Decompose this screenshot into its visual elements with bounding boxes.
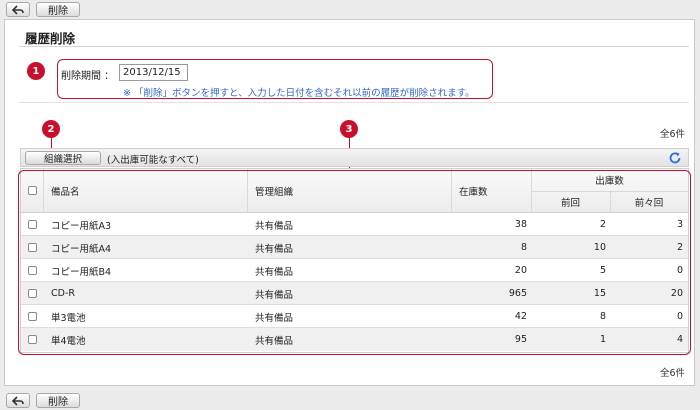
callout-line-2 — [51, 138, 52, 148]
delete-note: ※ 「削除」ボタンを押すと、入力した日付を含むそれ以前の履歴が削除されます。 — [123, 88, 475, 99]
period-label: 削除期間 ： — [61, 71, 115, 82]
callout-box-3 — [18, 170, 691, 355]
back-arrow-icon — [12, 4, 24, 15]
top-toolbar: 削除 — [0, 0, 700, 20]
delete-date-input[interactable] — [119, 64, 188, 81]
refresh-icon[interactable] — [668, 151, 682, 165]
total-count-bottom: 全6件 — [659, 368, 685, 379]
org-scope-text: (入出庫可能なすべて) — [107, 155, 199, 166]
section-divider — [19, 102, 689, 103]
back-button[interactable] — [6, 2, 30, 17]
callout-marker-3: 3 — [340, 120, 358, 138]
total-count-top: 全6件 — [659, 129, 685, 140]
org-select-button[interactable]: 組織選択 — [25, 151, 101, 165]
delete-button[interactable]: 削除 — [36, 2, 80, 17]
page-title: 履歴削除 — [25, 31, 76, 46]
title-divider — [19, 46, 689, 47]
main-panel: 履歴削除 1 削除期間 ： ※ 「削除」ボタンを押すと、入力した日付を含むそれ以… — [4, 19, 695, 386]
delete-button[interactable]: 削除 — [36, 393, 80, 408]
bottom-toolbar: 削除 — [0, 389, 700, 410]
callout-marker-2: 2 — [42, 120, 60, 138]
back-arrow-icon — [12, 395, 24, 406]
back-button[interactable] — [6, 393, 30, 408]
callout-marker-1: 1 — [27, 62, 45, 80]
org-selection-bar: 組織選択 (入出庫可能なすべて) — [20, 148, 689, 167]
